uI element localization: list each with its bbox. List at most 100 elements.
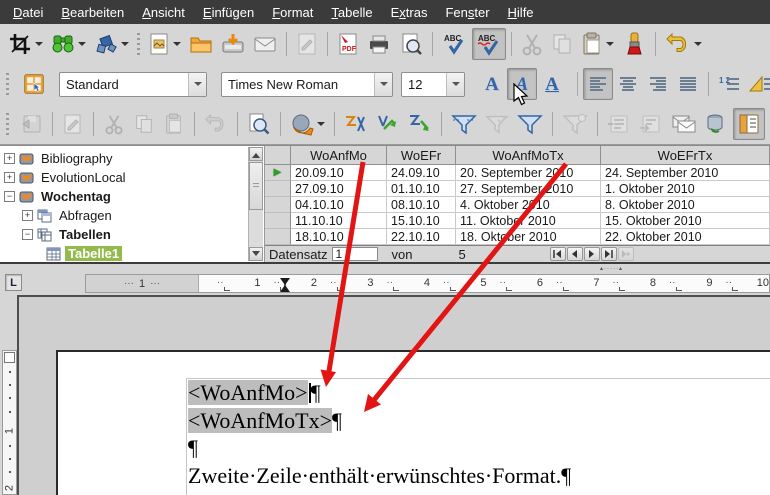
cell[interactable]: 20.09.10: [291, 165, 387, 181]
chevron-down-icon[interactable]: [317, 118, 325, 130]
menu-hilfe[interactable]: Hilfe: [499, 2, 543, 23]
column-header-woanfmo[interactable]: WoAnfMo: [291, 146, 387, 165]
expand-icon[interactable]: +: [4, 153, 15, 164]
cell[interactable]: 24. September 2010: [601, 165, 770, 181]
align-left-button[interactable]: [583, 68, 613, 100]
email-button[interactable]: [249, 28, 281, 60]
new-record-button[interactable]: [618, 247, 634, 261]
cell[interactable]: 11. Oktober 2010: [456, 213, 601, 229]
row-header[interactable]: [265, 181, 291, 197]
cell[interactable]: 22.10.10: [387, 229, 456, 245]
explorer-toggle-button[interactable]: [733, 108, 765, 140]
bold-button[interactable]: A: [477, 68, 507, 100]
table-row[interactable]: ▶ 20.09.10 24.09.10 20. September 2010 2…: [265, 165, 770, 181]
column-header-woanfmotx[interactable]: WoAnfMoTx: [456, 146, 601, 165]
chevron-down-icon[interactable]: [188, 73, 206, 96]
edit-file-button[interactable]: [292, 28, 322, 60]
column-header-woefr[interactable]: WoEFr: [387, 146, 456, 165]
tree-scrollbar[interactable]: [248, 147, 263, 261]
open-button[interactable]: [185, 28, 217, 60]
cell[interactable]: 27. September 2010: [456, 181, 601, 197]
data-source-button[interactable]: [701, 108, 733, 140]
pane-splitter[interactable]: ▴·····▴: [0, 262, 770, 272]
sort-button[interactable]: [340, 108, 372, 140]
cell[interactable]: 11.10.10: [291, 213, 387, 229]
edit-data-button[interactable]: [58, 108, 88, 140]
paragraph-body[interactable]: Zweite·Zeile·enthält·erwünschtes·Format.…: [188, 462, 571, 490]
chevron-down-icon[interactable]: [374, 73, 392, 96]
cell[interactable]: 08.10.10: [387, 197, 456, 213]
document-canvas[interactable]: <WoAnfMo>¶ <WoAnfMoTx>¶ ¶ Zweite·Zeile·e…: [17, 295, 770, 495]
ordered-list-button[interactable]: 1 2: [714, 68, 744, 100]
chevron-down-icon[interactable]: [446, 73, 464, 96]
table-row[interactable]: 04.10.10 08.10.10 4. Oktober 2010 8. Okt…: [265, 197, 770, 213]
cell[interactable]: 15. Oktober 2010: [601, 213, 770, 229]
first-record-button[interactable]: [550, 247, 566, 261]
row-header[interactable]: [265, 229, 291, 245]
merge-field-woanfmotx[interactable]: <WoAnfMoTx>: [188, 408, 332, 433]
autofilter-button[interactable]: [447, 108, 481, 140]
styles-button[interactable]: [19, 68, 49, 100]
chevron-down-icon[interactable]: [35, 38, 43, 50]
align-center-button[interactable]: [613, 68, 643, 100]
copy-button[interactable]: [129, 108, 159, 140]
find-button[interactable]: [47, 28, 90, 60]
paragraph-field2[interactable]: <WoAnfMoTx>¶: [188, 407, 571, 435]
collapse-icon[interactable]: −: [4, 191, 15, 202]
cell[interactable]: 18.10.10: [291, 229, 387, 245]
tree-item-evolutionlocal[interactable]: + EvolutionLocal: [0, 168, 264, 187]
tree-item-bibliography[interactable]: + Bibliography: [0, 149, 264, 168]
chevron-down-icon[interactable]: [606, 38, 614, 50]
table-row[interactable]: 27.09.10 01.10.10 27. September 2010 1. …: [265, 181, 770, 197]
tab-stop-selector[interactable]: L: [5, 274, 22, 291]
menu-einfuegen[interactable]: Einfügen: [194, 2, 263, 23]
menu-extras[interactable]: Extras: [382, 2, 437, 23]
expand-icon[interactable]: +: [4, 172, 15, 183]
export-pdf-button[interactable]: PDF: [333, 28, 363, 60]
expand-icon[interactable]: +: [22, 210, 33, 221]
tree-item-tabellen[interactable]: − Tabellen: [0, 225, 264, 244]
paste-button[interactable]: [577, 28, 618, 60]
paragraph-field1[interactable]: <WoAnfMo>¶: [188, 379, 571, 407]
crop-button[interactable]: [4, 28, 47, 60]
sort-ascending-button[interactable]: [372, 108, 404, 140]
cell[interactable]: 1. Oktober 2010: [601, 181, 770, 197]
table-row[interactable]: 11.10.10 15.10.10 11. Oktober 2010 15. O…: [265, 213, 770, 229]
indent-marker-icon[interactable]: [279, 277, 291, 293]
scroll-down-button[interactable]: [249, 247, 263, 261]
print-preview-button[interactable]: [395, 28, 427, 60]
cell[interactable]: 15.10.10: [387, 213, 456, 229]
cell[interactable]: 01.10.10: [387, 181, 456, 197]
chevron-down-icon[interactable]: [78, 38, 86, 50]
menu-fenster[interactable]: Fenster: [436, 2, 498, 23]
toolbar-drag-handle[interactable]: [6, 113, 9, 135]
clone-formatting-button[interactable]: [618, 28, 650, 60]
tree-item-abfragen[interactable]: + Abfragen: [0, 206, 264, 225]
scrollbar-thumb[interactable]: [249, 162, 263, 210]
scroll-up-button[interactable]: [249, 147, 263, 161]
cell[interactable]: 8. Oktober 2010: [601, 197, 770, 213]
last-record-button[interactable]: [601, 247, 617, 261]
tree-item-tabelle1[interactable]: Tabelle1: [0, 244, 264, 262]
menu-bearbeiten[interactable]: Bearbeiten: [52, 2, 133, 23]
row-header[interactable]: [265, 213, 291, 229]
menu-ansicht[interactable]: Ansicht: [133, 2, 194, 23]
previous-record-button[interactable]: [567, 247, 583, 261]
collapse-icon[interactable]: −: [22, 229, 33, 240]
refresh-button[interactable]: [286, 108, 329, 140]
print-button[interactable]: [363, 28, 395, 60]
tree-item-wochentag[interactable]: − Wochentag: [0, 187, 264, 206]
cut-button[interactable]: [99, 108, 129, 140]
cell[interactable]: 20. September 2010: [456, 165, 601, 181]
sort-descending-button[interactable]: [404, 108, 436, 140]
chevron-down-icon[interactable]: [173, 38, 181, 50]
next-record-button[interactable]: [584, 247, 600, 261]
toolbar-drag-handle[interactable]: [6, 73, 9, 95]
undo-button[interactable]: [661, 28, 706, 60]
cut-button[interactable]: [517, 28, 547, 60]
column-header-woefrtx[interactable]: WoEFrTx: [601, 146, 770, 165]
document-page[interactable]: <WoAnfMo>¶ <WoAnfMoTx>¶ ¶ Zweite·Zeile·e…: [56, 350, 770, 495]
cell[interactable]: 04.10.10: [291, 197, 387, 213]
font-size-combobox[interactable]: 12: [401, 72, 465, 97]
data-to-text-button[interactable]: [603, 108, 635, 140]
